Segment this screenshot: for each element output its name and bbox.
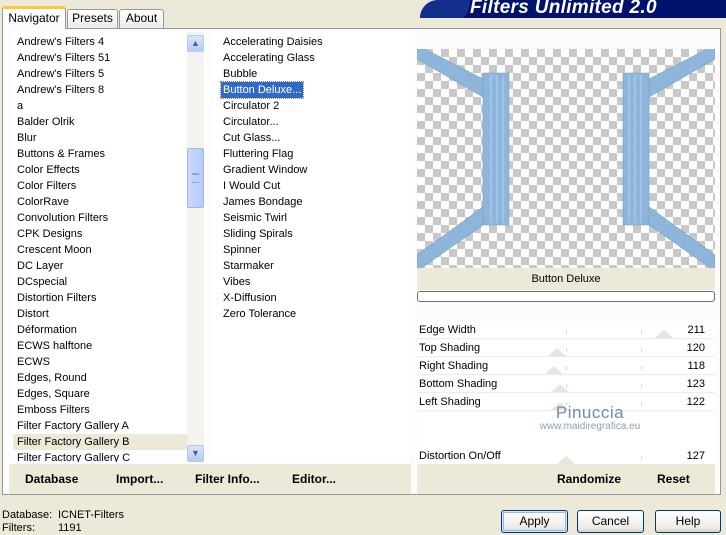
database-status-label: Database: <box>2 509 53 521</box>
filter-item[interactable]: Gradient Window <box>221 162 309 178</box>
category-item[interactable]: Distort <box>13 306 187 322</box>
filter-item[interactable]: Starmaker <box>221 258 276 274</box>
category-item[interactable]: Filter Factory Gallery C <box>13 450 187 462</box>
slider-thumb[interactable] <box>551 402 570 410</box>
filter-item[interactable]: X-Diffusion <box>221 290 279 306</box>
database-button[interactable]: Database <box>25 472 78 486</box>
category-list[interactable]: Andrew's Filters 4 Andrew's Filters 51 And… <box>11 32 207 462</box>
category-item[interactable]: DCspecial <box>13 274 187 290</box>
filter-item[interactable]: Circulator... <box>221 114 281 130</box>
database-status-value: ICNET-Filters <box>58 509 124 521</box>
scroll-up-button[interactable]: ▲ <box>187 35 204 52</box>
parameter-value: 120 <box>686 342 705 354</box>
category-scrollbar[interactable]: ▲ ▼ <box>187 32 204 462</box>
filter-item[interactable]: Accelerating Glass <box>221 50 317 66</box>
filter-item[interactable]: Seismic Twirl <box>221 210 289 226</box>
filter-item[interactable]: Spinner <box>221 242 263 258</box>
parameter-toolbar: Randomize Reset <box>417 464 715 494</box>
category-item[interactable]: Andrew's Filters 4 <box>13 34 187 50</box>
category-item[interactable]: ColorRave <box>13 194 187 210</box>
tab-navigator[interactable]: Navigator <box>2 6 66 29</box>
filter-item[interactable]: Bubble <box>221 66 259 82</box>
category-item[interactable]: CPK Designs <box>13 226 187 242</box>
navigator-toolbar: Database Import... Filter Info... Editor… <box>9 464 411 494</box>
parameter-slider[interactable]: Left Shading 122 <box>417 394 715 411</box>
category-item[interactable]: Buttons & Frames <box>13 146 187 162</box>
filter-item[interactable]: Button Deluxe... <box>219 81 305 99</box>
category-item[interactable]: Balder Olrik <box>13 114 187 130</box>
parameter-slider[interactable]: Distortion On/Off 127 <box>417 448 715 465</box>
reset-button[interactable]: Reset <box>657 472 690 486</box>
randomize-button[interactable]: Randomize <box>557 472 621 486</box>
preview-image <box>417 49 715 268</box>
filter-item[interactable]: Circulator 2 <box>221 98 281 114</box>
app-title: Filters Unlimited 2.0 <box>470 0 657 18</box>
category-item[interactable]: Edges, Square <box>13 386 187 402</box>
parameter-value: 122 <box>686 396 705 408</box>
parameter-label: Edge Width <box>419 324 476 336</box>
slider-thumb[interactable] <box>557 456 575 464</box>
import-button[interactable]: Import... <box>116 472 163 486</box>
filter-item[interactable]: Fluttering Flag <box>221 146 295 162</box>
parameter-slider[interactable]: Right Shading 118 <box>417 358 715 375</box>
tab-presets[interactable]: Presets <box>67 9 118 28</box>
slider-thumb[interactable] <box>655 330 674 338</box>
category-item[interactable]: Filter Factory Gallery A <box>13 418 187 434</box>
category-item[interactable]: Convolution Filters <box>13 210 187 226</box>
category-item[interactable]: a <box>13 98 187 114</box>
filter-list[interactable]: Accelerating Daisies Accelerating Glass Bu… <box>213 32 409 462</box>
navigator-panel: Andrew's Filters 4 Andrew's Filters 51 And… <box>2 28 721 495</box>
parameter-label: Distortion On/Off <box>419 450 501 462</box>
filter-item[interactable]: Accelerating Daisies <box>221 34 325 50</box>
parameter-slider[interactable]: Top Shading 120 <box>417 340 715 357</box>
filter-item[interactable]: James Bondage <box>221 194 305 210</box>
category-item[interactable]: Andrew's Filters 51 <box>13 50 187 66</box>
empty-parameter-area <box>417 412 715 448</box>
category-item[interactable]: Edges, Round <box>13 370 187 386</box>
category-item[interactable]: Color Filters <box>13 178 187 194</box>
parameter-label: Top Shading <box>419 342 481 354</box>
parameter-value: 118 <box>687 360 705 372</box>
category-item[interactable]: Color Effects <box>13 162 187 178</box>
category-item[interactable]: Emboss Filters <box>13 402 187 418</box>
parameter-value: 211 <box>687 324 705 336</box>
category-item[interactable]: Filter Factory Gallery B <box>13 434 187 450</box>
filter-info-button[interactable]: Filter Info... <box>195 472 260 486</box>
filter-item[interactable]: I Would Cut <box>221 178 282 194</box>
category-item[interactable]: Andrew's Filters 5 <box>13 66 187 82</box>
slider-thumb[interactable] <box>551 384 570 392</box>
category-item[interactable]: Blur <box>13 130 187 146</box>
category-item[interactable]: DC Layer <box>13 258 187 274</box>
parameter-value: 127 <box>686 450 705 462</box>
filter-item[interactable]: Vibes <box>221 274 252 290</box>
category-item[interactable]: ECWS <box>13 354 187 370</box>
scroll-thumb[interactable] <box>187 148 204 208</box>
filter-item[interactable]: Sliding Spirals <box>221 226 295 242</box>
parameter-label: Bottom Shading <box>419 378 498 390</box>
slider-thumb[interactable] <box>545 366 564 374</box>
category-item[interactable]: Déformation <box>13 322 187 338</box>
scroll-down-button[interactable]: ▼ <box>187 445 204 462</box>
app-banner: Filters Unlimited 2.0 <box>420 0 726 18</box>
category-item[interactable]: Distortion Filters <box>13 290 187 306</box>
progress-bar <box>417 291 715 302</box>
parameter-slider[interactable]: Bottom Shading 123 <box>417 376 715 393</box>
parameter-slider[interactable]: Edge Width 211 <box>417 322 715 339</box>
category-item[interactable]: ECWS halftone <box>13 338 187 354</box>
filter-name-label: Button Deluxe <box>417 268 715 290</box>
status-area: Database: ICNET-Filters Filters: 1191 <box>2 509 124 535</box>
filter-item[interactable]: Cut Glass... <box>221 130 282 146</box>
filter-item[interactable]: Zero Tolerance <box>221 306 298 322</box>
parameter-label: Right Shading <box>419 360 489 372</box>
tab-about[interactable]: About <box>119 9 164 28</box>
filters-count-label: Filters: <box>2 522 35 534</box>
category-item[interactable]: Crescent Moon <box>13 242 187 258</box>
category-item[interactable]: Andrew's Filters 8 <box>13 82 187 98</box>
parameter-value: 123 <box>686 378 705 390</box>
slider-thumb[interactable] <box>548 348 567 356</box>
editor-button[interactable]: Editor... <box>292 472 336 486</box>
filters-count-value: 1191 <box>58 522 82 534</box>
parameter-label: Left Shading <box>419 396 481 408</box>
